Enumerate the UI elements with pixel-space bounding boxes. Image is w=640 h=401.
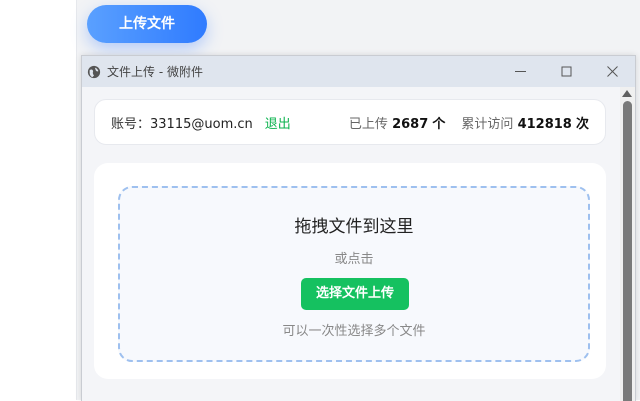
- maximize-button[interactable]: [543, 56, 589, 87]
- close-button[interactable]: [589, 56, 635, 87]
- logout-link[interactable]: 退出: [265, 113, 291, 132]
- visits-count: 412818: [517, 116, 572, 132]
- minimize-icon: [514, 71, 526, 72]
- window-title: 文件上传 - 微附件: [107, 65, 203, 79]
- window-content: 账号：33115@uom.cn 退出 已上传 2687 个 累计访问 41281…: [82, 87, 620, 401]
- dropzone-hint: 可以一次性选择多个文件: [282, 324, 426, 339]
- window-titlebar[interactable]: 文件上传 - 微附件: [82, 56, 635, 87]
- upload-file-button[interactable]: 上传文件: [87, 5, 207, 43]
- vertical-scrollbar[interactable]: [620, 87, 635, 401]
- scroll-up-arrow-icon[interactable]: [622, 90, 632, 97]
- maximize-icon: [561, 66, 571, 77]
- visits-label: 累计访问: [461, 116, 514, 132]
- account-info: 账号：33115@uom.cn: [111, 113, 253, 132]
- dropzone-or-text: 或点击: [334, 252, 374, 267]
- dropzone-title: 拖拽文件到这里: [294, 217, 414, 237]
- account-label: 账号：: [111, 116, 151, 132]
- account-info-card: 账号：33115@uom.cn 退出 已上传 2687 个 累计访问 41281…: [94, 99, 606, 145]
- visits-unit: 次: [575, 116, 589, 132]
- scrollbar-thumb[interactable]: [623, 101, 632, 401]
- upload-window: 文件上传 - 微附件 账号：33115@uom.cn 退出 已上传 2687 个…: [81, 55, 636, 401]
- uploaded-count-stat: 已上传 2687 个: [349, 113, 446, 132]
- upload-card: 拖拽文件到这里 或点击 选择文件上传 可以一次性选择多个文件: [94, 163, 606, 379]
- account-email: 33115@uom.cn: [150, 116, 253, 132]
- uploaded-unit: 个: [432, 116, 446, 132]
- file-dropzone[interactable]: 拖拽文件到这里 或点击 选择文件上传 可以一次性选择多个文件: [118, 186, 590, 362]
- uploaded-count: 2687: [392, 116, 429, 132]
- uploaded-label: 已上传: [348, 116, 388, 132]
- left-background: [0, 0, 77, 400]
- close-icon: [606, 66, 618, 77]
- visits-count-stat: 累计访问 412818 次: [461, 113, 589, 132]
- globe-icon: [87, 65, 101, 78]
- select-file-button[interactable]: 选择文件上传: [301, 278, 409, 310]
- minimize-button[interactable]: [497, 56, 543, 87]
